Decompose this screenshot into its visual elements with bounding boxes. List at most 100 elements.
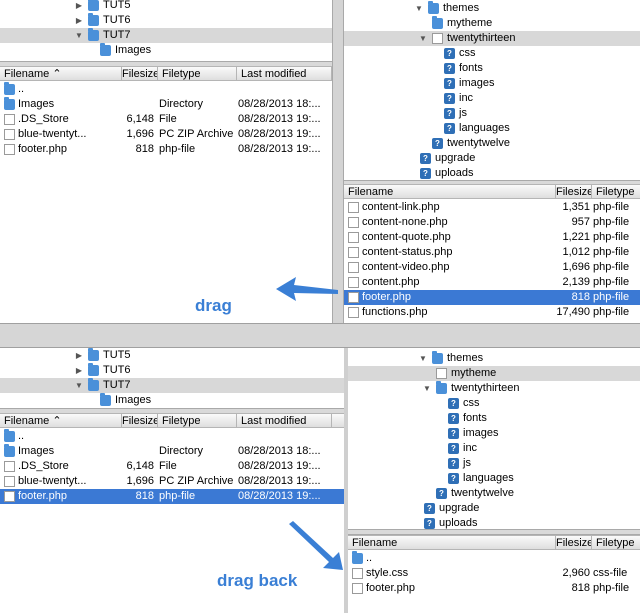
col-last-modified[interactable]: Last modified (237, 67, 332, 80)
tree-item[interactable]: Images (0, 43, 332, 58)
col-filename[interactable]: Filename (344, 185, 556, 198)
tree-item[interactable]: ? inc (348, 441, 640, 456)
file-row[interactable]: .. (348, 551, 640, 566)
file-icon (4, 461, 15, 472)
file-row[interactable]: content-video.php 1,696 php-file (344, 260, 640, 275)
expanded-arrow-icon[interactable]: ▼ (74, 28, 84, 43)
tree-item[interactable]: mytheme (344, 16, 640, 31)
col-last-modified[interactable]: Last modified (237, 414, 332, 427)
file-type: php-file (593, 246, 630, 258)
collapsed-arrow-icon[interactable]: ▶ (74, 363, 84, 378)
tree-item[interactable]: ? fonts (348, 411, 640, 426)
file-row[interactable]: footer.php 818 php-file (348, 581, 640, 596)
tree-item[interactable]: ▼ themes (348, 351, 640, 366)
expanded-arrow-icon[interactable]: ▼ (418, 351, 428, 366)
col-filesize[interactable]: Filesize (556, 536, 592, 549)
file-row[interactable]: footer.php 818 php-file (344, 290, 640, 305)
col-filesize[interactable]: Filesize (122, 67, 158, 80)
tree-item[interactable]: ? images (344, 76, 640, 91)
file-name: content-link.php (362, 201, 440, 213)
file-size: 818 (135, 490, 154, 502)
file-row[interactable]: content-none.php 957 php-file (344, 215, 640, 230)
col-filesize[interactable]: Filesize (556, 185, 592, 198)
collapsed-arrow-icon[interactable]: ▶ (74, 348, 84, 363)
top-local-tree: ▶ TUT5 ▶ TUT6 ▼ TUT7 Images (0, 0, 332, 62)
tree-item[interactable]: ? twentytwelve (348, 486, 640, 501)
tree-item-label: images (459, 77, 495, 89)
tree-item-label: css (463, 397, 480, 409)
tree-item[interactable]: ? twentytwelve (344, 136, 640, 151)
tree-item[interactable]: ▶ TUT5 (0, 0, 332, 13)
col-filename[interactable]: Filename ⌃ (0, 414, 122, 427)
tree-item[interactable]: ▼ TUT7 (0, 378, 344, 393)
tree-item[interactable]: ▼ TUT7 (0, 28, 332, 43)
tree-item[interactable]: ? js (348, 456, 640, 471)
tree-item[interactable]: ▶ TUT6 (0, 13, 332, 28)
tree-item[interactable]: mytheme (348, 366, 640, 381)
file-row[interactable]: footer.php 818 php-file 08/28/2013 19:... (0, 142, 332, 157)
tree-item-label: TUT5 (103, 349, 131, 361)
file-row[interactable]: content-status.php 1,012 php-file (344, 245, 640, 260)
tree-item[interactable]: ? fonts (344, 61, 640, 76)
file-name: footer.php (18, 143, 67, 155)
tree-item[interactable]: ▼ twentythirteen (344, 31, 640, 46)
expanded-arrow-icon[interactable]: ▼ (422, 381, 432, 396)
tree-item[interactable]: ? languages (344, 121, 640, 136)
tree-item-label: TUT6 (103, 14, 131, 26)
file-size: 818 (135, 143, 154, 155)
file-row[interactable]: Images Directory 08/28/2013 18:... (0, 444, 344, 459)
file-row[interactable]: functions.php 17,490 php-file (344, 305, 640, 320)
tree-item-label: mytheme (451, 367, 497, 379)
unknown-folder-icon: ? (448, 428, 459, 439)
tree-item[interactable]: ▼ twentythirteen (348, 381, 640, 396)
col-filetype[interactable]: Filetype (158, 67, 237, 80)
expanded-arrow-icon[interactable]: ▼ (414, 1, 424, 16)
tree-item[interactable]: ? upgrade (344, 151, 640, 166)
collapsed-arrow-icon[interactable]: ▶ (74, 0, 84, 13)
col-filesize[interactable]: Filesize (122, 414, 158, 427)
tree-item[interactable]: ? upgrade (348, 501, 640, 516)
file-row[interactable]: blue-twentyt... 1,696 PC ZIP Archive 08/28/… (0, 127, 332, 142)
col-filetype[interactable]: Filetype (158, 414, 237, 427)
file-row[interactable]: content.php 2,139 php-file (344, 275, 640, 290)
file-icon (348, 247, 359, 258)
col-filename[interactable]: Filename ⌃ (0, 67, 122, 80)
file-type: PC ZIP Archive (159, 475, 234, 487)
file-row[interactable]: footer.php 818 php-file 08/28/2013 19:... (0, 489, 344, 504)
folder-icon (100, 43, 111, 56)
tree-item-label: inc (463, 442, 478, 454)
tree-item[interactable]: ? js (344, 106, 640, 121)
tree-item[interactable]: ▶ TUT6 (0, 363, 344, 378)
col-filetype[interactable]: Filetype (592, 536, 640, 549)
tree-item[interactable]: ▶ TUT5 (0, 348, 344, 363)
file-name: footer.php (366, 582, 415, 594)
col-filetype[interactable]: Filetype (592, 185, 640, 198)
file-row[interactable]: .DS_Store 6,148 File 08/28/2013 19:... (0, 112, 332, 127)
expanded-arrow-icon[interactable]: ▼ (418, 31, 428, 46)
file-row[interactable]: .. (0, 82, 332, 97)
file-row[interactable]: Images Directory 08/28/2013 18:... (0, 97, 332, 112)
tree-item[interactable]: ? inc (344, 91, 640, 106)
tree-item[interactable]: ? uploads (344, 166, 640, 181)
unknown-folder-icon: ? (420, 153, 431, 164)
tree-item[interactable]: ? css (344, 46, 640, 61)
file-row[interactable]: content-quote.php 1,221 php-file (344, 230, 640, 245)
tree-item[interactable]: ? languages (348, 471, 640, 486)
file-type: PC ZIP Archive (159, 128, 234, 140)
file-row[interactable]: .DS_Store 6,148 File 08/28/2013 19:... (0, 459, 344, 474)
tree-item[interactable]: ? css (348, 396, 640, 411)
tree-item[interactable]: ? uploads (348, 516, 640, 530)
file-row[interactable]: .. (0, 429, 344, 444)
file-row[interactable]: content-link.php 1,351 php-file (344, 200, 640, 215)
bottom-local-tree: ▶ TUT5 ▶ TUT6 ▼ TUT7 Images (0, 348, 344, 410)
expanded-arrow-icon[interactable]: ▼ (74, 378, 84, 393)
col-filename[interactable]: Filename (348, 536, 556, 549)
tree-item[interactable]: Images (0, 393, 344, 408)
file-type: Directory (159, 98, 204, 110)
folder-icon (4, 97, 15, 110)
file-row[interactable]: style.css 2,960 css-file (348, 566, 640, 581)
file-row[interactable]: blue-twentyt... 1,696 PC ZIP Archive 08/28/… (0, 474, 344, 489)
tree-item[interactable]: ? images (348, 426, 640, 441)
collapsed-arrow-icon[interactable]: ▶ (74, 13, 84, 28)
tree-item[interactable]: ▼ themes (344, 1, 640, 16)
